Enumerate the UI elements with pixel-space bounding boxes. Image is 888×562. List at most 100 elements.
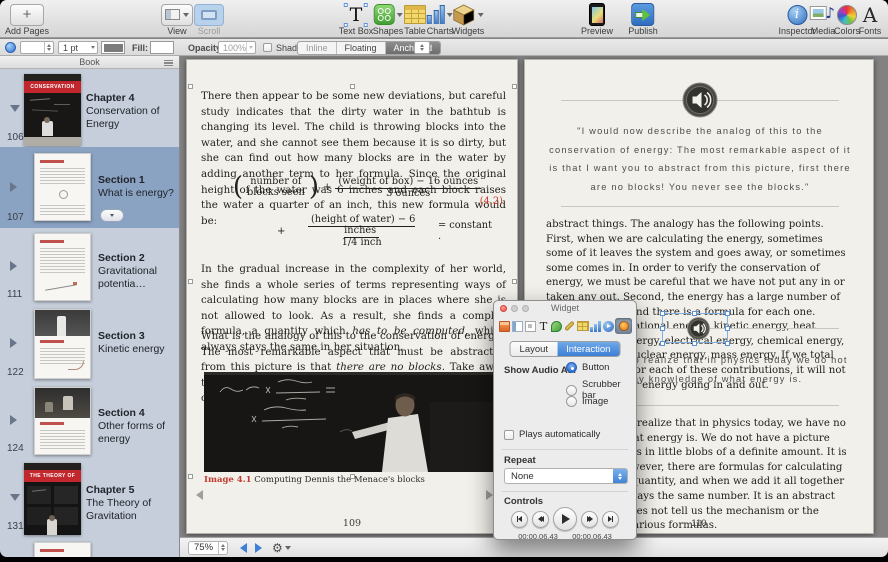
disclosure-triangle-icon[interactable]: [10, 494, 20, 501]
stroke-width-dropdown[interactable]: 1 pt: [58, 41, 98, 54]
shadow-checkbox[interactable]: [263, 43, 272, 52]
selection-handle[interactable]: [660, 341, 665, 346]
book-page-left[interactable]: There then appear to be some new deviati…: [186, 59, 518, 534]
play-button[interactable]: [553, 507, 577, 531]
table-button[interactable]: Table: [404, 3, 426, 36]
fill-color-well[interactable]: [150, 41, 174, 54]
play-disclosure-icon[interactable]: [10, 182, 17, 192]
preview-button[interactable]: Preview: [581, 3, 613, 36]
sidebar-item-partial[interactable]: [0, 536, 179, 557]
disclosure-triangle-icon[interactable]: [10, 105, 20, 112]
widgets-button[interactable]: Widgets: [452, 3, 485, 36]
sidebar-item-section-1[interactable]: Section 1 What is energy? 107: [0, 147, 179, 228]
rewind-button[interactable]: [532, 511, 549, 528]
wrap-inspector-icon[interactable]: [524, 319, 537, 333]
tab-interaction[interactable]: Interaction: [557, 342, 619, 356]
list-menu-icon[interactable]: [164, 60, 173, 66]
charts-button[interactable]: Charts: [427, 3, 454, 36]
page-thumbnail[interactable]: CONSERVATION: [24, 74, 81, 146]
scroll-button: Scroll: [194, 3, 224, 36]
metrics-inspector-icon[interactable]: [563, 319, 576, 333]
sidebar-item-section-4[interactable]: Section 4 Other forms of energy 124: [0, 382, 179, 458]
widget-inspector-icon[interactable]: [615, 318, 632, 334]
selection-handle[interactable]: [188, 474, 193, 479]
skip-to-end-button[interactable]: [602, 511, 619, 528]
sidebar-page-number: 111: [7, 289, 22, 300]
next-page-arrow-icon[interactable]: [486, 490, 493, 500]
forward-button[interactable]: [255, 543, 262, 553]
link-inspector-icon[interactable]: [602, 319, 615, 333]
layout-inspector-icon[interactable]: [511, 319, 524, 333]
play-disclosure-icon[interactable]: [10, 338, 17, 348]
plays-automatically-checkbox[interactable]: Plays automatically: [504, 429, 600, 440]
zoom-stepper-icon[interactable]: [218, 542, 227, 554]
radio-image-option[interactable]: Image: [566, 396, 608, 407]
selection-handle[interactable]: [725, 311, 730, 316]
page-options-button[interactable]: [100, 209, 124, 222]
selection-handle[interactable]: [350, 84, 355, 89]
skip-to-start-button[interactable]: [511, 511, 528, 528]
add-pages-button[interactable]: + Add Pages: [5, 3, 49, 36]
selection-handle[interactable]: [350, 474, 355, 479]
sidebar-item-chapter-4[interactable]: CONSERVATION Chapter 4 Conservation of E…: [0, 69, 179, 147]
radio-button-option[interactable]: Button: [566, 362, 609, 373]
radio-icon: [566, 396, 577, 407]
publish-button[interactable]: Publish: [628, 3, 658, 36]
close-icon[interactable]: [500, 305, 507, 312]
prev-page-arrow-icon[interactable]: [196, 490, 203, 500]
style-indicator-icon[interactable]: [5, 42, 16, 53]
selection-handle[interactable]: [725, 326, 730, 331]
view-button[interactable]: View: [161, 3, 193, 36]
chart-inspector-icon[interactable]: [589, 319, 602, 333]
table-inspector-icon[interactable]: [576, 319, 589, 333]
sidebar-item-section-2[interactable]: Section 2 Gravitational potentia… 111: [0, 228, 179, 304]
opacity-dropdown: 100%: [218, 41, 256, 54]
selection-handle[interactable]: [188, 84, 193, 89]
page-thumbnail[interactable]: [34, 233, 91, 301]
wrap-anchored-segment[interactable]: Anchored: [386, 42, 441, 54]
audio-widget-button[interactable]: [682, 82, 718, 123]
sidebar-item-subtitle: Conservation of Energy: [86, 105, 160, 130]
repeat-dropdown[interactable]: None: [504, 468, 628, 484]
page-thumbnail[interactable]: THE THEORY OF: [24, 463, 81, 535]
tab-layout[interactable]: Layout: [511, 342, 558, 356]
zoom-control[interactable]: 75%: [188, 541, 228, 555]
wrap-stepper[interactable]: [414, 41, 430, 54]
play-disclosure-icon[interactable]: [10, 261, 17, 271]
transport-controls: [494, 507, 636, 531]
selection-handle[interactable]: [660, 311, 665, 316]
sidebar-item-subtitle: Other forms of energy: [98, 420, 165, 445]
document-inspector-icon[interactable]: [498, 319, 511, 333]
selection-handle[interactable]: [512, 84, 517, 89]
selection-handle[interactable]: [188, 279, 193, 284]
selection-handle[interactable]: [692, 341, 697, 346]
media-button[interactable]: ♪ Media: [811, 3, 836, 36]
blackboard-image[interactable]: [204, 372, 502, 472]
fonts-button[interactable]: A Fonts: [859, 3, 882, 36]
graphic-inspector-icon[interactable]: [550, 319, 563, 333]
selection-handle[interactable]: [512, 279, 517, 284]
wrap-floating-segment[interactable]: Floating: [337, 42, 386, 54]
play-disclosure-icon[interactable]: [10, 415, 17, 425]
divider-rule: [561, 206, 839, 207]
selection-handle[interactable]: [725, 341, 730, 346]
page-thumbnail[interactable]: [34, 153, 91, 221]
text-box-button[interactable]: T Text Box: [339, 3, 374, 36]
page-thumbnail[interactable]: [34, 387, 91, 455]
minimize-icon: [511, 305, 518, 312]
sidebar-item-section-3[interactable]: Section 3 Kinetic energy 122: [0, 304, 179, 382]
selection-handle[interactable]: [692, 311, 697, 316]
shapes-button[interactable]: Shapes: [373, 3, 404, 36]
text-inspector-icon[interactable]: T: [537, 319, 550, 333]
actions-menu-button[interactable]: ⚙: [272, 541, 291, 555]
selection-handle[interactable]: [660, 326, 665, 331]
colors-button[interactable]: Colors: [834, 3, 860, 36]
equation-4-2: ( number ofblocks seen ) + (weight of bo…: [217, 174, 497, 248]
stroke-color-well[interactable]: [101, 41, 125, 54]
back-button[interactable]: [240, 543, 247, 553]
format-bar: 1 pt Fill: Opacity: 100% Shadow Inline F…: [0, 39, 888, 56]
sidebar-item-chapter-5[interactable]: THE THEORY OF Chapter 5 The Theory of Gr…: [0, 458, 179, 536]
page-thumbnail[interactable]: [34, 309, 91, 379]
fast-forward-button[interactable]: [581, 511, 598, 528]
stroke-style-stepper[interactable]: [20, 41, 54, 54]
